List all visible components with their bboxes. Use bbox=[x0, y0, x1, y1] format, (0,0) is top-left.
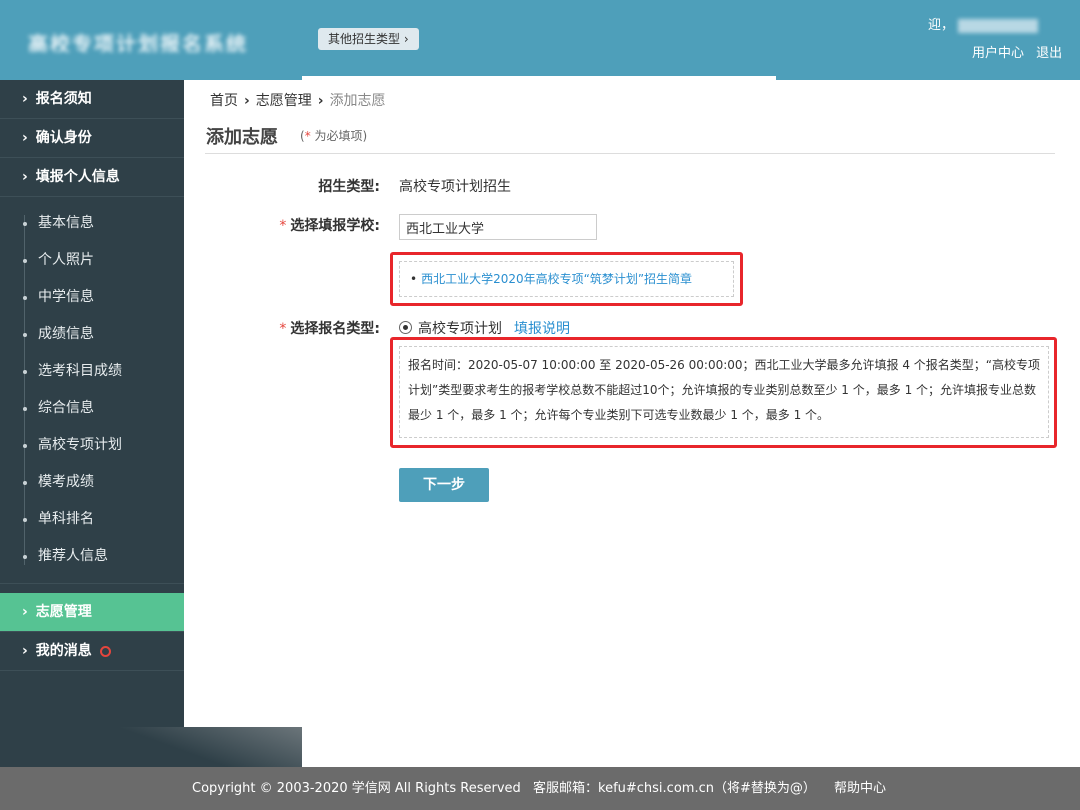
breadcrumb-current: 添加志愿 bbox=[329, 93, 386, 109]
category-radio-row: 高校专项计划 填报说明 bbox=[399, 318, 570, 338]
required-note: (* 为必填项) bbox=[300, 127, 367, 144]
category-radio[interactable] bbox=[399, 320, 412, 334]
chevron-right-icon: › bbox=[22, 130, 28, 146]
next-step-button[interactable]: 下一步 bbox=[399, 468, 489, 502]
welcome-text: 迎， bbox=[928, 14, 1039, 33]
other-types-button[interactable]: 其他招生类型 › bbox=[318, 28, 419, 50]
sidebar-item-notice[interactable]: › 报名须知 bbox=[0, 80, 184, 119]
sidebar-submenu: 基本信息 个人照片 中学信息 成绩信息 选考科目成绩 综合信息 高校专项计划 模… bbox=[0, 197, 184, 584]
category-label-text: 选择报名类型: bbox=[290, 321, 380, 337]
footer: Copyright © 2003-2020 学信网 All Rights Res… bbox=[0, 767, 1080, 810]
breadcrumb: 首页 › 志愿管理 › 添加志愿 bbox=[210, 90, 386, 110]
username-redacted bbox=[958, 18, 1039, 33]
category-option-label[interactable]: 高校专项计划 bbox=[418, 321, 502, 337]
sidebar-bottom-decoration bbox=[0, 727, 302, 767]
sidebar-subitem-referee-info[interactable]: 推荐人信息 bbox=[0, 538, 184, 575]
chevron-right-icon: › bbox=[22, 643, 28, 659]
sidebar-item-messages[interactable]: › 我的消息 bbox=[0, 632, 184, 671]
breadcrumb-home[interactable]: 首页 bbox=[210, 93, 238, 109]
type-value: 高校专项计划招生 bbox=[399, 179, 511, 195]
sidebar-item-label: 填报个人信息 bbox=[35, 169, 120, 185]
footer-copyright: Copyright © 2003-2020 学信网 All Rights Res… bbox=[192, 781, 521, 796]
sidebar-item-label: 确认身份 bbox=[35, 130, 92, 146]
sidebar-subitem-mock-scores[interactable]: 模考成绩 bbox=[0, 464, 184, 501]
sidebar-subitem-scores[interactable]: 成绩信息 bbox=[0, 316, 184, 353]
sidebar-item-label: 志愿管理 bbox=[35, 604, 92, 620]
page-title: 添加志愿 bbox=[206, 127, 278, 148]
school-label-text: 选择填报学校: bbox=[290, 218, 380, 234]
sidebar-subitem-subject-rank[interactable]: 单科排名 bbox=[0, 501, 184, 538]
sidebar-subitem-photo[interactable]: 个人照片 bbox=[0, 242, 184, 279]
title-divider bbox=[205, 153, 1055, 154]
unread-dot-icon bbox=[99, 645, 111, 657]
category-label: * 选择报名类型: bbox=[200, 318, 380, 338]
user-center-link[interactable]: 用户中心 bbox=[972, 46, 1024, 61]
sidebar-subitem-school-info[interactable]: 中学信息 bbox=[0, 279, 184, 316]
sidebar-item-label: 报名须知 bbox=[35, 91, 92, 107]
user-links: 用户中心 退出 bbox=[964, 42, 1062, 61]
sidebar-item-label: 我的消息 bbox=[35, 643, 92, 659]
school-label: * 选择填报学校: bbox=[200, 215, 380, 235]
sidebar-item-personal-info[interactable]: › 填报个人信息 bbox=[0, 158, 184, 197]
type-label: 招生类型: bbox=[318, 179, 380, 195]
sidebar-subitem-special-plan[interactable]: 高校专项计划 bbox=[0, 427, 184, 464]
fill-instructions-link[interactable]: 填报说明 bbox=[514, 321, 570, 337]
brochure-panel: • 西北工业大学2020年高校专项“筑梦计划”招生简章 bbox=[399, 261, 734, 297]
sidebar-subitem-general-info[interactable]: 综合信息 bbox=[0, 390, 184, 427]
breadcrumb-volunteer[interactable]: 志愿管理 bbox=[256, 93, 312, 109]
bullet-icon: • bbox=[410, 272, 418, 286]
chevron-right-icon: › bbox=[317, 93, 324, 109]
header-divider bbox=[302, 76, 776, 80]
footer-email: 客服邮箱：kefu#chsi.com.cn（将#替换为@） bbox=[533, 781, 816, 796]
sidebar-subitem-elective-scores[interactable]: 选考科目成绩 bbox=[0, 353, 184, 390]
school-select-input[interactable] bbox=[399, 214, 597, 240]
sidebar-item-identity[interactable]: › 确认身份 bbox=[0, 119, 184, 158]
required-star: * bbox=[279, 218, 287, 234]
sidebar-subitem-basic-info[interactable]: 基本信息 bbox=[0, 205, 184, 242]
welcome-label: 迎， bbox=[928, 18, 955, 33]
chevron-right-icon: › bbox=[22, 604, 28, 620]
header: 高校专项计划报名系统 其他招生类型 › 迎， 用户中心 退出 bbox=[0, 0, 1080, 80]
sidebar-item-volunteer[interactable]: › 志愿管理 bbox=[0, 593, 184, 632]
registration-info-text: 报名时间：2020-05-07 10:00:00 至 2020-05-26 00… bbox=[399, 346, 1049, 438]
footer-help-link[interactable]: 帮助中心 bbox=[834, 767, 886, 810]
sidebar: › 报名须知 › 确认身份 › 填报个人信息 基本信息 个人照片 中学信息 成绩信息 … bbox=[0, 80, 184, 728]
required-star: * bbox=[279, 321, 287, 337]
brochure-link[interactable]: 西北工业大学2020年高校专项“筑梦计划”招生简章 bbox=[421, 272, 692, 286]
site-logo[interactable]: 高校专项计划报名系统 bbox=[28, 28, 283, 52]
chevron-right-icon: › bbox=[244, 93, 250, 109]
logout-link[interactable]: 退出 bbox=[1036, 46, 1062, 61]
chevron-right-icon: › bbox=[22, 91, 28, 107]
chevron-right-icon: › bbox=[22, 169, 28, 185]
required-text: 为必填项) bbox=[310, 129, 368, 143]
